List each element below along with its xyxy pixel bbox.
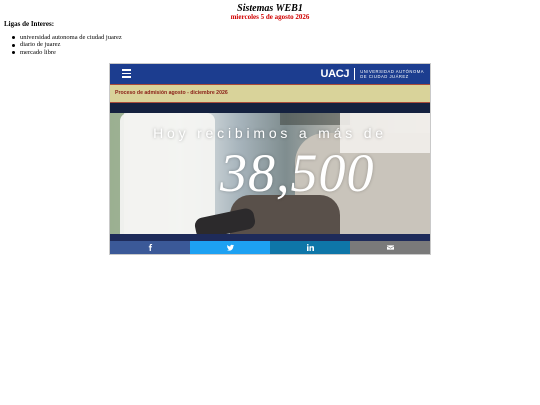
facebook-share-button[interactable] [110, 241, 190, 254]
hero-banner: Hoy recibimos a más de 38,500 [110, 113, 430, 234]
linkedin-icon [306, 244, 314, 251]
email-icon [386, 245, 394, 250]
hero-headline: Hoy recibimos a más de [153, 125, 387, 141]
logo-divider [354, 68, 356, 80]
links-list: universidad autonoma de ciudad juarez di… [12, 34, 122, 56]
links-heading: Ligas de Interes: [4, 20, 55, 28]
hamburger-menu-icon[interactable] [122, 69, 131, 78]
logo-text: Universidad Autónoma de Ciudad Juárez [360, 69, 424, 79]
admission-notice-bar: Proceso de admisión agosto - diciembre 2… [110, 84, 430, 103]
list-item[interactable]: diario de juarez [12, 41, 122, 48]
list-item[interactable]: mercado libre [12, 49, 122, 56]
admission-notice-link[interactable]: Proceso de admisión agosto - diciembre 2… [115, 90, 228, 96]
list-item[interactable]: universidad autonoma de ciudad juarez [12, 34, 122, 41]
email-share-button[interactable] [350, 241, 430, 254]
hero-number: 38,500 [220, 143, 375, 203]
embedded-page-frame: UACJ Universidad Autónoma de Ciudad Juár… [109, 63, 431, 255]
uacj-logo[interactable]: UACJ Universidad Autónoma de Ciudad Juár… [321, 67, 425, 81]
twitter-share-button[interactable] [190, 241, 270, 254]
linkedin-share-button[interactable] [270, 241, 350, 254]
logo-mark: UACJ [320, 68, 350, 80]
header-divider-band [110, 103, 430, 113]
share-bar [110, 241, 430, 254]
page-date: miercoles 5 de agosto 2026 [230, 13, 310, 21]
twitter-icon [226, 244, 234, 251]
site-header: UACJ Universidad Autónoma de Ciudad Juár… [110, 64, 430, 84]
facebook-icon [148, 244, 152, 251]
